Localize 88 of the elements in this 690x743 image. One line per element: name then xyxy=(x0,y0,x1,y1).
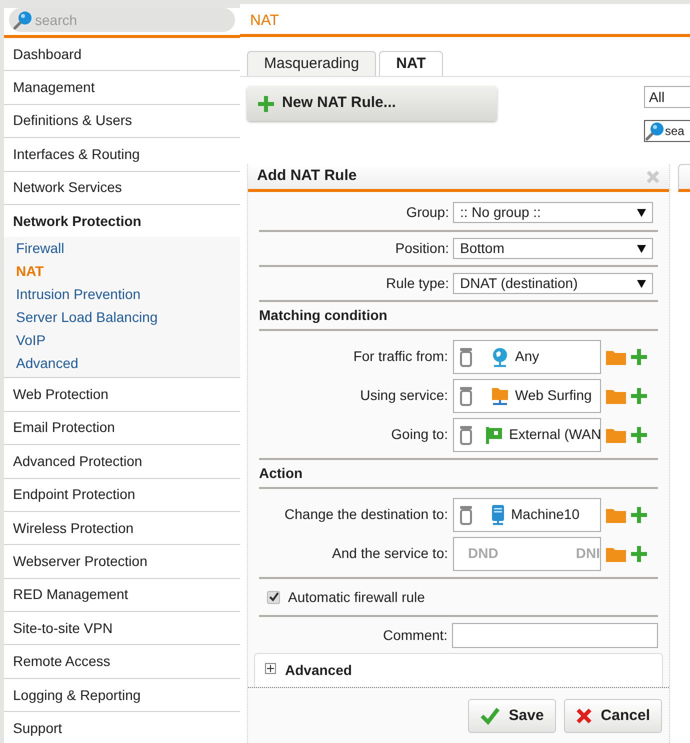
dropdown-arrow-icon xyxy=(637,244,646,252)
field-label: Going to: xyxy=(390,425,448,444)
close-icon[interactable] xyxy=(646,170,660,184)
field-label: Group: xyxy=(405,203,449,222)
sidebar-subitem[interactable]: Intrusion Prevention xyxy=(16,284,141,306)
sidebar-item[interactable]: Dashboard xyxy=(13,44,82,65)
object-name: External (WAN xyxy=(509,425,600,444)
folder-icon[interactable] xyxy=(606,546,626,562)
sidebar-item[interactable]: Endpoint Protection xyxy=(13,484,136,506)
object-drop-field[interactable]: External (WAN xyxy=(453,418,601,452)
sidebar-item[interactable]: Management xyxy=(13,77,95,98)
sidebar-item[interactable]: Network Services xyxy=(13,177,122,198)
object-name: Machine10 xyxy=(511,505,580,524)
object-drop-field[interactable]: Any xyxy=(453,340,601,374)
dropdown-arrow-icon xyxy=(637,208,646,216)
sidebar-subitem[interactable]: Firewall xyxy=(16,238,64,260)
plus-icon[interactable] xyxy=(631,348,647,364)
sidebar-item[interactable]: Webserver Protection xyxy=(13,550,148,572)
checkbox-label: Automatic firewall rule xyxy=(288,588,425,606)
field-label: Rule type: xyxy=(384,274,449,293)
sidebar-subitem[interactable]: VoIP xyxy=(16,330,46,352)
sidebar-item[interactable]: Definitions & Users xyxy=(13,110,132,132)
sidebar-subitem[interactable]: Advanced xyxy=(16,353,78,374)
field-label: Comment: xyxy=(382,626,448,644)
flag-icon xyxy=(485,424,503,444)
sidebar-item[interactable]: Interfaces & Routing xyxy=(13,144,140,165)
field-label: Position: xyxy=(394,239,449,258)
sidebar-item[interactable]: Advanced Protection xyxy=(13,450,142,472)
sidebar-item[interactable]: Remote Access xyxy=(13,651,110,672)
folder-icon[interactable] xyxy=(606,426,626,442)
sidebar-item[interactable]: Logging & Reporting xyxy=(13,684,141,706)
new-nat-rule-button[interactable]: New NAT Rule... xyxy=(247,86,497,121)
search-icon xyxy=(645,121,665,141)
trash-icon[interactable] xyxy=(459,424,473,444)
folder-icon[interactable] xyxy=(606,348,626,364)
plus-icon[interactable] xyxy=(631,546,647,562)
search-icon xyxy=(13,10,33,30)
trash-icon[interactable] xyxy=(459,346,473,366)
close-icon xyxy=(576,708,592,724)
sidebar-item[interactable]: Email Protection xyxy=(13,417,115,438)
object-drop-field[interactable]: Machine10 xyxy=(453,498,601,532)
page-title: NAT xyxy=(250,10,279,31)
field-label: Change the destination to: xyxy=(284,505,448,524)
plus-icon[interactable] xyxy=(631,388,647,404)
advanced-section[interactable]: Advanced xyxy=(254,653,663,687)
filter-dropdown[interactable]: All xyxy=(644,86,690,108)
drop-hint: DNI xyxy=(576,544,600,563)
trash-icon[interactable] xyxy=(459,386,473,406)
server-icon xyxy=(491,504,505,526)
dialog-title: Add NAT Rule xyxy=(257,166,357,186)
plus-icon[interactable] xyxy=(631,506,647,522)
cancel-button[interactable]: Cancel xyxy=(564,699,662,733)
sidebar-item[interactable]: Site-to-site VPN xyxy=(13,618,113,639)
checkmark-icon xyxy=(480,707,500,725)
sidebar-item[interactable]: RED Management xyxy=(13,584,128,606)
tab[interactable]: Masquerading xyxy=(247,51,376,76)
comment-field[interactable] xyxy=(452,622,658,648)
checkmark-icon xyxy=(268,592,278,602)
plus-icon[interactable] xyxy=(631,426,647,442)
dropdown-arrow-icon xyxy=(637,280,646,288)
network-folder-icon xyxy=(491,386,509,406)
sidebar-subitem[interactable]: Server Load Balancing xyxy=(16,307,158,328)
sidebar-item[interactable]: Network Protection xyxy=(13,210,142,232)
sidebar-item[interactable]: Web Protection xyxy=(13,384,108,406)
field-label: And the service to: xyxy=(331,544,448,563)
object-name: Any xyxy=(515,347,540,366)
sidebar-item[interactable]: Wireless Protection xyxy=(13,518,134,539)
object-drop-field[interactable]: Web Surfing xyxy=(453,378,601,412)
section-heading: Action xyxy=(259,464,303,483)
folder-icon[interactable] xyxy=(606,388,626,404)
object-name: Web Surfing xyxy=(515,386,592,405)
dropdown[interactable]: :: No group :: xyxy=(453,202,653,223)
field-label: Using service: xyxy=(359,386,448,405)
plus-icon xyxy=(258,96,274,112)
dropdown[interactable]: Bottom xyxy=(453,238,653,259)
sidebar-item[interactable]: Support xyxy=(13,718,62,739)
folder-icon[interactable] xyxy=(606,506,626,522)
drop-hint: DND xyxy=(468,544,498,563)
dropdown[interactable]: DNAT (destination) xyxy=(453,273,653,294)
save-button[interactable]: Save xyxy=(468,699,556,733)
field-label: For traffic from: xyxy=(352,347,448,366)
section-heading: Matching condition xyxy=(259,306,388,325)
tab[interactable]: NAT xyxy=(379,51,443,76)
checkbox[interactable] xyxy=(267,590,280,604)
globe-icon xyxy=(491,346,509,366)
expand-icon[interactable] xyxy=(265,663,276,674)
trash-icon[interactable] xyxy=(459,504,473,524)
search-field[interactable]: sea xyxy=(644,120,690,142)
